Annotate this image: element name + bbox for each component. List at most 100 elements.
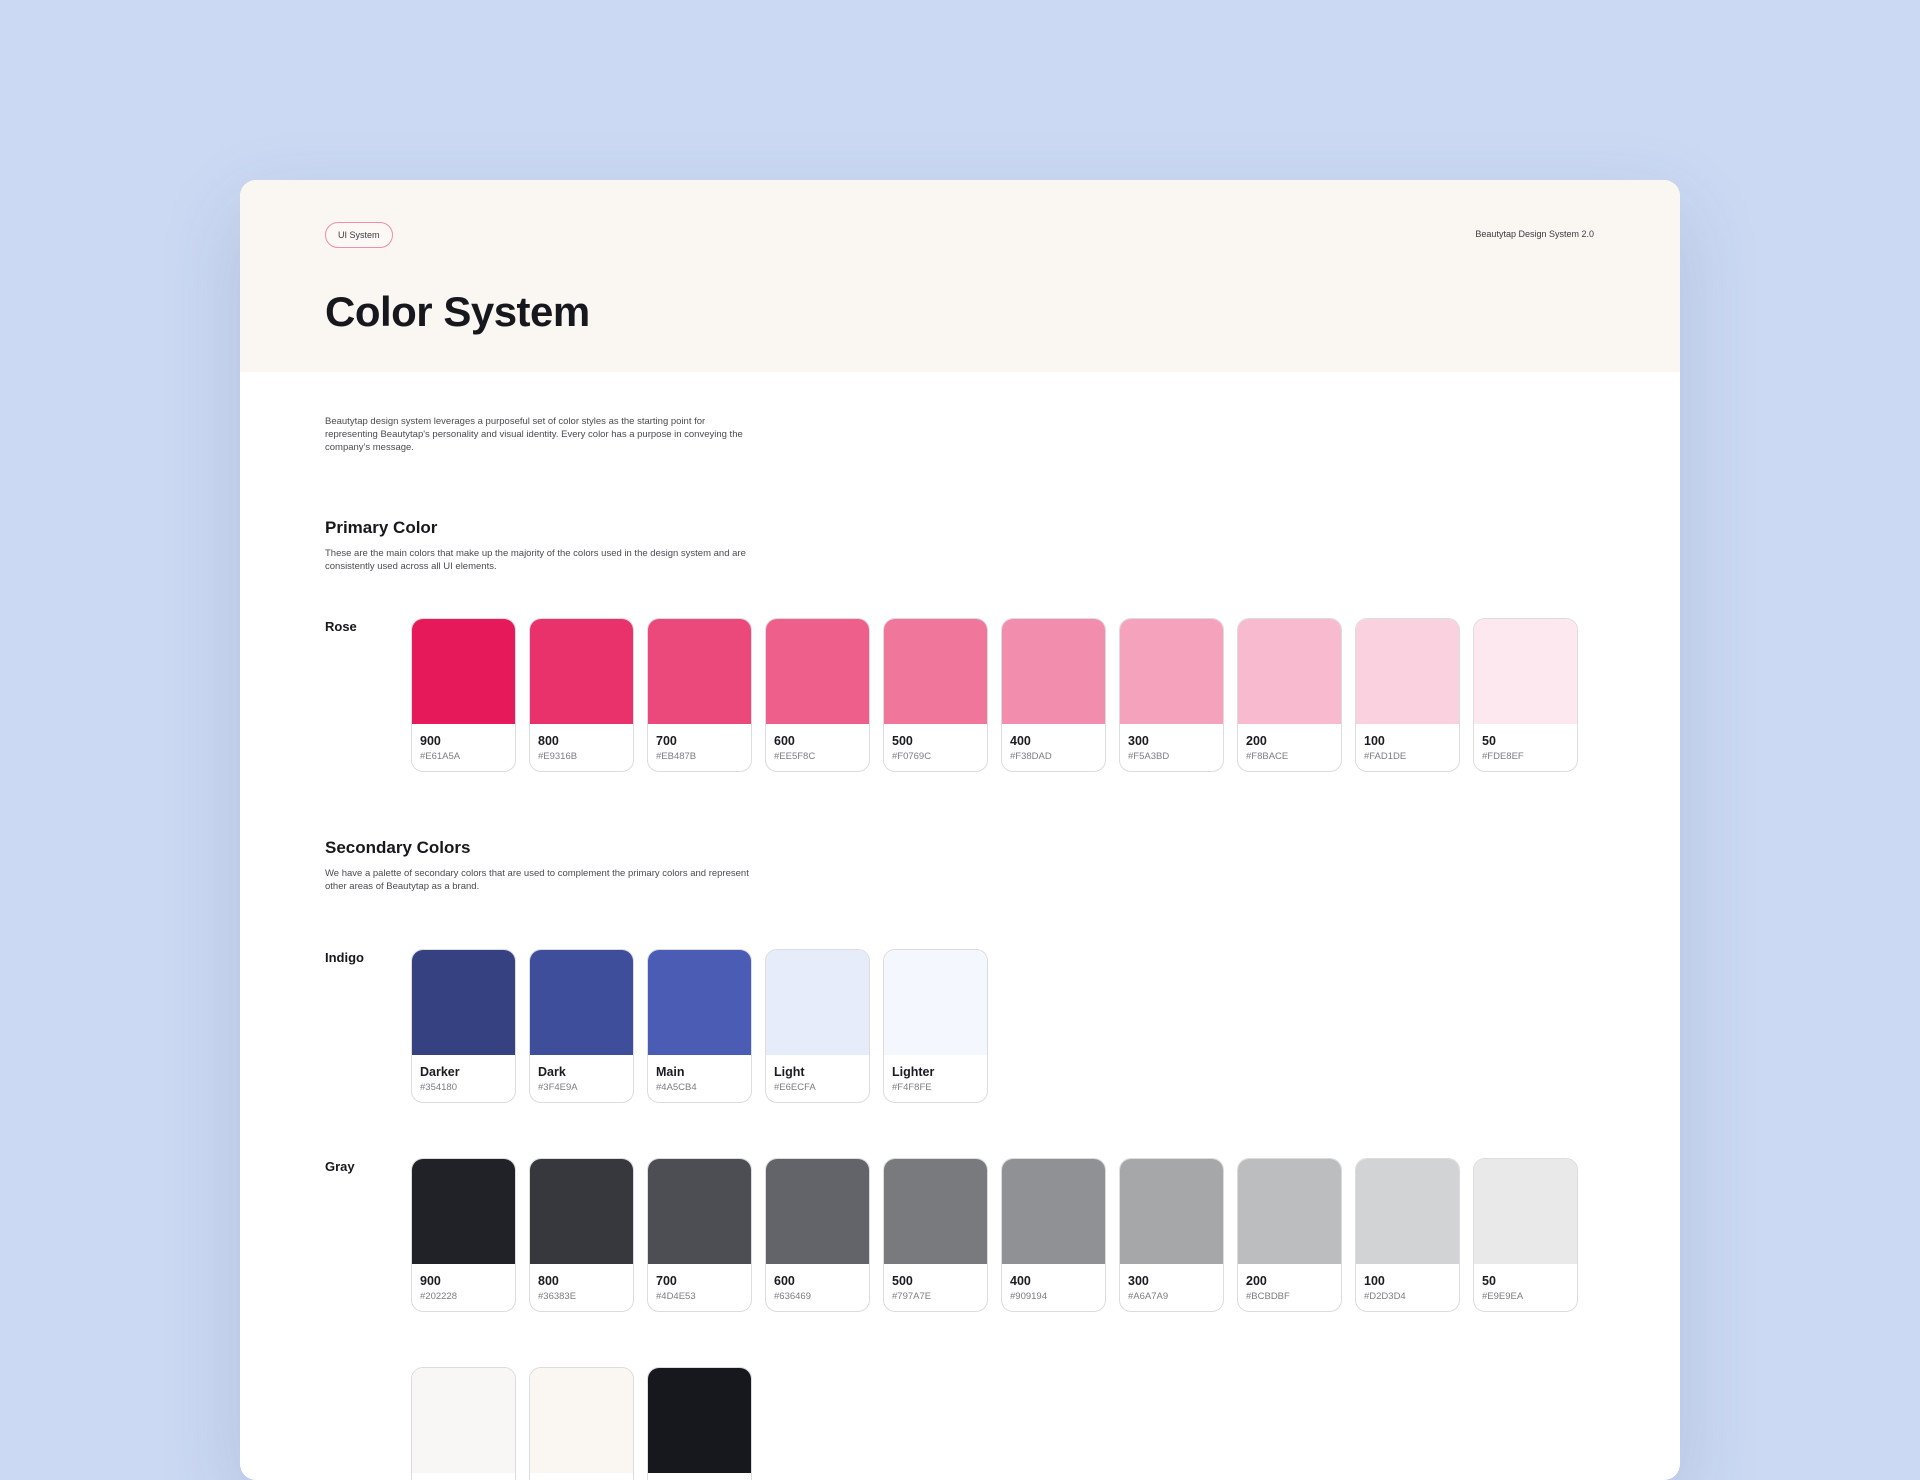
primary-section-description: These are the main colors that make up t…: [325, 548, 746, 572]
swatch-hex: #3F4E9A: [538, 1082, 578, 1093]
swatch-row-extra: [411, 1367, 752, 1480]
swatch-name: 700: [656, 1274, 677, 1288]
swatch-row-rose: 900 #E61A5A 800 #E9316B 700 #EB487B 600 #EE5F8C…: [411, 618, 1578, 772]
swatch-gray-400[interactable]: 400 #909194: [1001, 1158, 1106, 1312]
swatch-indigo-Light[interactable]: Light #E6ECFA: [765, 949, 870, 1103]
swatch-hex: #F8BACE: [1246, 751, 1289, 762]
swatch-rose-100[interactable]: 100 #FAD1DE: [1355, 618, 1460, 772]
swatch-name: 900: [420, 734, 441, 748]
swatch-row-indigo: Darker #354180 Dark #3F4E9A Main #4A5CB4 Light…: [411, 949, 988, 1103]
swatch-color: [766, 950, 869, 1055]
swatch-color: [530, 1159, 633, 1264]
swatch-color: [884, 950, 987, 1055]
page-title: Color System: [325, 288, 590, 335]
swatch-rose-400[interactable]: 400 #F38DAD: [1001, 618, 1106, 772]
swatch-extra-1[interactable]: [529, 1367, 634, 1480]
swatch-indigo-Dark[interactable]: Dark #3F4E9A: [529, 949, 634, 1103]
swatch-name: Darker: [420, 1065, 460, 1079]
swatch-name: 800: [538, 734, 559, 748]
swatch-rose-300[interactable]: 300 #F5A3BD: [1119, 618, 1224, 772]
swatch-color: [1120, 619, 1223, 724]
swatch-name: 300: [1128, 1274, 1149, 1288]
swatch-hex: #797A7E: [892, 1291, 932, 1302]
swatch-color: [648, 1368, 751, 1473]
swatch-gray-500[interactable]: 500 #797A7E: [883, 1158, 988, 1312]
swatch-rose-600[interactable]: 600 #EE5F8C: [765, 618, 870, 772]
swatch-color: [530, 619, 633, 724]
swatch-hex: #F5A3BD: [1128, 751, 1170, 762]
swatch-color: [1238, 1159, 1341, 1264]
swatch-rose-700[interactable]: 700 #EB487B: [647, 618, 752, 772]
swatch-hex: #E9E9EA: [1482, 1291, 1524, 1302]
swatch-name: 50: [1482, 734, 1496, 748]
secondary-section-description: We have a palette of secondary colors th…: [325, 868, 749, 892]
swatch-color: [1120, 1159, 1223, 1264]
group-label-rose: Rose: [325, 619, 357, 634]
swatch-rose-800[interactable]: 800 #E9316B: [529, 618, 634, 772]
swatch-hex: #E61A5A: [420, 751, 461, 762]
swatch-gray-600[interactable]: 600 #636469: [765, 1158, 870, 1312]
swatch-name: 200: [1246, 734, 1267, 748]
swatch-gray-900[interactable]: 900 #202228: [411, 1158, 516, 1312]
swatch-rose-500[interactable]: 500 #F0769C: [883, 618, 988, 772]
swatch-hex: #D2D3D4: [1364, 1291, 1406, 1302]
swatch-gray-100[interactable]: 100 #D2D3D4: [1355, 1158, 1460, 1312]
swatch-name: Lighter: [892, 1065, 935, 1079]
swatch-gray-800[interactable]: 800 #36383E: [529, 1158, 634, 1312]
swatch-color: [1356, 1159, 1459, 1264]
swatch-extra-0[interactable]: [411, 1367, 516, 1480]
swatch-hex: #EB487B: [656, 751, 697, 762]
swatch-color: [1002, 1159, 1105, 1264]
swatch-color: [1002, 619, 1105, 724]
swatch-rose-50[interactable]: 50 #FDE8EF: [1473, 618, 1578, 772]
swatch-hex: #354180: [420, 1082, 457, 1093]
swatch-rose-900[interactable]: 900 #E61A5A: [411, 618, 516, 772]
swatch-gray-50[interactable]: 50 #E9E9EA: [1473, 1158, 1578, 1312]
swatch-rose-200[interactable]: 200 #F8BACE: [1237, 618, 1342, 772]
swatch-name: 500: [892, 734, 913, 748]
swatch-name: 200: [1246, 1274, 1267, 1288]
design-system-card: UI System Beautytap Design System 2.0 Co…: [240, 180, 1680, 1480]
swatch-row-gray: 900 #202228 800 #36383E 700 #4D4E53 600 #636469…: [411, 1158, 1578, 1312]
swatch-color: [884, 1159, 987, 1264]
swatch-hex: #4A5CB4: [656, 1082, 697, 1093]
group-label-indigo: Indigo: [325, 950, 364, 965]
swatch-color: [412, 619, 515, 724]
swatch-color: [1474, 619, 1577, 724]
swatch-color: [412, 950, 515, 1055]
swatch-gray-700[interactable]: 700 #4D4E53: [647, 1158, 752, 1312]
swatch-hex: #F0769C: [892, 751, 932, 762]
swatch-name: Main: [656, 1065, 685, 1079]
swatch-color: [412, 1159, 515, 1264]
primary-section-title: Primary Color: [325, 518, 438, 537]
swatch-color: [766, 619, 869, 724]
swatch-color: [1474, 1159, 1577, 1264]
swatch-hex: #FAD1DE: [1364, 751, 1407, 762]
swatch-color: [1356, 619, 1459, 724]
swatch-gray-300[interactable]: 300 #A6A7A9: [1119, 1158, 1224, 1312]
swatch-color: [412, 1368, 515, 1473]
group-label-gray: Gray: [325, 1159, 355, 1174]
swatch-indigo-Darker[interactable]: Darker #354180: [411, 949, 516, 1103]
swatch-hex: #E6ECFA: [774, 1082, 816, 1093]
secondary-section-title: Secondary Colors: [325, 838, 471, 857]
swatch-indigo-Lighter[interactable]: Lighter #F4F8FE: [883, 949, 988, 1103]
swatch-extra-2[interactable]: [647, 1367, 752, 1480]
swatch-name: 700: [656, 734, 677, 748]
swatch-hex: #FDE8EF: [1482, 751, 1524, 762]
swatch-color: [884, 619, 987, 724]
swatch-hex: #4D4E53: [656, 1291, 696, 1302]
swatch-color: [648, 1159, 751, 1264]
swatch-color: [766, 1159, 869, 1264]
swatch-color: [530, 950, 633, 1055]
swatch-hex: #36383E: [538, 1291, 577, 1302]
swatch-color: [530, 1368, 633, 1473]
swatch-name: Light: [774, 1065, 805, 1079]
swatch-hex: #BCBDBF: [1246, 1291, 1290, 1302]
swatch-hex: #F4F8FE: [892, 1082, 932, 1093]
swatch-indigo-Main[interactable]: Main #4A5CB4: [647, 949, 752, 1103]
swatch-gray-200[interactable]: 200 #BCBDBF: [1237, 1158, 1342, 1312]
swatch-name: 800: [538, 1274, 559, 1288]
swatch-name: 900: [420, 1274, 441, 1288]
swatch-name: 600: [774, 734, 795, 748]
